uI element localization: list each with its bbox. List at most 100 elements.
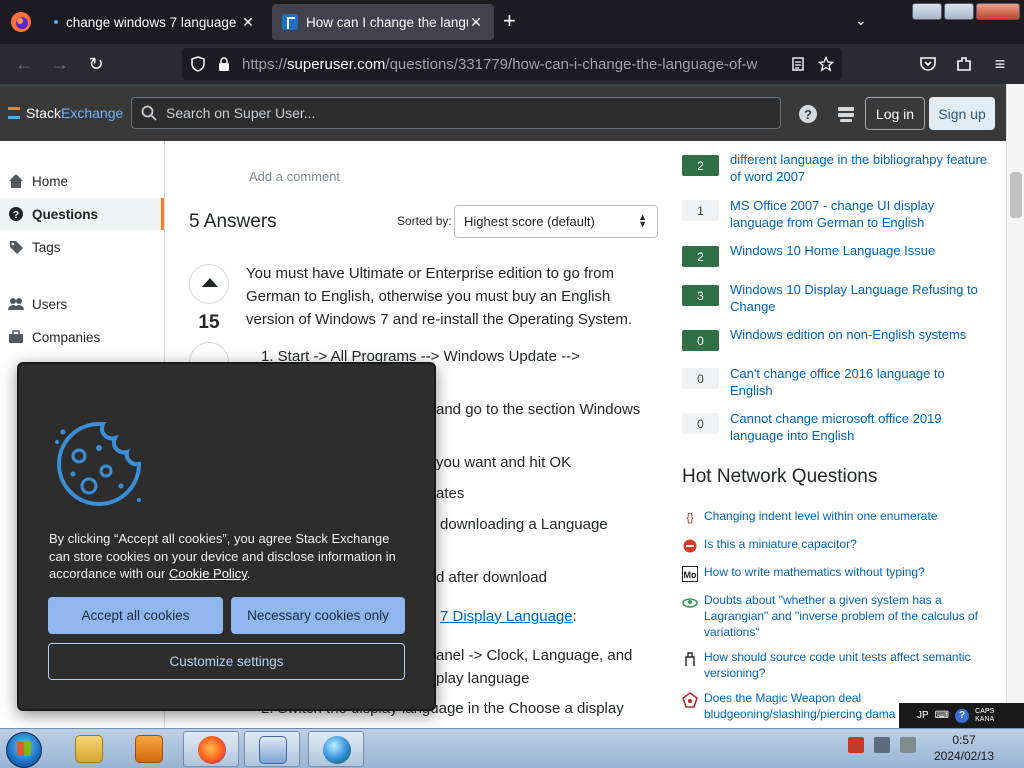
accept-all-cookies-button[interactable]: Accept all cookies [48, 597, 223, 634]
sidebar-item-home[interactable]: Home [0, 165, 164, 197]
answer-line: downloading a Language [440, 516, 608, 533]
related-question-link[interactable]: Cannot change microsoft office 2019 lang… [730, 411, 990, 444]
sidebar-item-users[interactable]: Users [0, 288, 164, 320]
url-text[interactable]: https://superuser.com/questions/331779/h… [242, 56, 782, 73]
electronics-icon [683, 539, 697, 553]
hamburger-menu-icon[interactable]: ≡ [988, 52, 1012, 76]
action-center-flag-icon[interactable] [848, 737, 864, 753]
url-bar[interactable]: https://superuser.com/questions/331779/h… [182, 48, 842, 80]
related-question-link[interactable]: different language in the bibliograhpy f… [730, 152, 990, 185]
taskbar-explorer[interactable] [61, 731, 117, 767]
sidebar-item-label: Companies [32, 329, 101, 345]
maximize-button[interactable] [944, 3, 974, 20]
tex-icon: {} [686, 512, 694, 524]
login-button[interactable]: Log in [865, 97, 925, 130]
related-question-link[interactable]: Can't change office 2016 language to Eng… [730, 366, 990, 399]
scrollbar-thumb[interactable] [1010, 172, 1022, 218]
physics-icon [682, 598, 698, 608]
taskbar-control-panel[interactable] [244, 731, 300, 767]
ime-keyboard-icon[interactable]: ⌨ [935, 710, 949, 721]
ime-language-bar[interactable]: JP ⌨ ? CAPS KANA [899, 703, 1024, 728]
sidebar-item-questions[interactable]: ? Questions [0, 198, 164, 230]
answer-line: and go to the section Windows [436, 401, 641, 418]
logo-text-exchange: Exchange [61, 105, 124, 121]
tab-close-icon[interactable]: ✕ [240, 14, 256, 31]
shield-icon[interactable] [190, 56, 206, 72]
necessary-cookies-only-button[interactable]: Necessary cookies only [231, 597, 405, 634]
companies-icon [9, 330, 23, 343]
reader-view-icon[interactable] [790, 56, 806, 72]
answer-line: play language [436, 670, 530, 687]
taskbar-media-player[interactable] [121, 731, 177, 767]
related-question-link[interactable]: Windows edition on non-English systems [730, 327, 990, 344]
stackexchange-logo-icon [8, 107, 20, 119]
pocket-icon[interactable] [918, 54, 938, 74]
hot-network-question-link[interactable]: How should source code unit tests affect… [704, 649, 984, 681]
taskbar-network-app[interactable] [308, 731, 364, 767]
hot-network-question-link[interactable]: Changing indent level within one enumera… [704, 508, 984, 524]
upvote-button[interactable] [189, 342, 229, 362]
start-button[interactable] [6, 732, 42, 768]
related-question-link[interactable]: MS Office 2007 - change UI display langu… [730, 198, 990, 231]
forward-arrow-icon[interactable]: → [48, 52, 72, 76]
sidebar-item-label: Users [32, 296, 68, 312]
firefox-icon[interactable] [10, 11, 32, 33]
hot-network-question-link[interactable]: Is this a miniature capacitor? [704, 536, 984, 552]
taskbar-firefox[interactable] [183, 731, 239, 767]
sorted-by-label: Sorted by: [397, 214, 452, 228]
close-window-button[interactable] [976, 3, 1020, 20]
taskbar-clock[interactable]: 0:57 2024/02/13 [920, 732, 1008, 764]
tab-title: How can I change the language [306, 14, 468, 30]
sidebar-item-tags[interactable]: Tags [0, 231, 164, 263]
help-icon[interactable]: ? [798, 104, 818, 124]
sort-select-value: Highest score (default) [464, 214, 595, 229]
tab-how-can-i-change-the-language[interactable]: How can I change the language ✕ [272, 4, 494, 40]
cookie-icon [55, 422, 142, 506]
site-switcher-icon[interactable] [836, 104, 856, 124]
volume-muted-icon[interactable] [900, 737, 916, 753]
hot-network-questions-heading: Hot Network Questions [682, 466, 878, 487]
url-path: /questions/331779/how-can-i-change-the-l… [385, 55, 758, 73]
list-all-tabs-chevron-icon[interactable]: ⌄ [855, 12, 867, 29]
related-score: 0 [682, 413, 719, 434]
clock-date: 2024/02/13 [933, 749, 995, 763]
system-tray [848, 737, 916, 753]
customize-settings-button[interactable]: Customize settings [48, 643, 405, 680]
upvote-button[interactable] [189, 264, 229, 304]
reload-icon[interactable]: ↻ [84, 52, 108, 76]
related-question-link[interactable]: Windows 10 Display Language Refusing to … [730, 282, 990, 315]
hot-network-question-link[interactable]: Doubts about "whether a given system has… [704, 592, 984, 640]
window-controls [912, 3, 1020, 20]
tab-change-windows-7-language[interactable]: change windows 7 language ✕ [44, 4, 266, 40]
search-placeholder: Search on Super User... [166, 105, 316, 121]
answer-link-line: 7 Display Language: [440, 608, 577, 625]
cookie-policy-link[interactable]: Cookie Policy [169, 566, 247, 581]
firefox-icon [198, 736, 226, 764]
superuser-favicon-icon [282, 14, 298, 30]
new-tab-plus-icon[interactable]: + [503, 10, 516, 32]
display-language-link[interactable]: 7 Display Language [440, 608, 573, 625]
back-arrow-icon[interactable]: ← [12, 52, 36, 76]
sort-select[interactable]: Highest score (default) ▲ ▼ [454, 205, 658, 238]
media-player-icon [135, 735, 163, 763]
related-question-link[interactable]: Windows 10 Home Language Issue [730, 243, 990, 260]
sidebar-item-companies[interactable]: Companies [0, 321, 164, 353]
minimize-button[interactable] [912, 3, 942, 20]
add-comment-link[interactable]: Add a comment [249, 169, 340, 184]
bookmark-star-icon[interactable] [818, 56, 834, 72]
signup-button[interactable]: Sign up [929, 97, 995, 130]
tab-close-icon[interactable]: ✕ [468, 14, 484, 31]
lock-icon[interactable] [216, 56, 232, 72]
windows-taskbar: 0:57 2024/02/13 [0, 728, 1024, 768]
folder-icon [75, 735, 103, 763]
page-scrollbar[interactable] [1006, 84, 1024, 728]
questions-icon: ? [9, 207, 23, 221]
ime-help-icon[interactable]: ? [955, 708, 970, 723]
answers-heading: 5 Answers [189, 211, 277, 232]
network-icon[interactable] [874, 737, 890, 753]
extensions-puzzle-icon[interactable] [954, 54, 974, 74]
hot-network-question-link[interactable]: How to write mathematics without typing? [704, 564, 984, 580]
stackexchange-logo[interactable]: Stack Exchange [8, 105, 123, 121]
search-input[interactable]: Search on Super User... [131, 97, 781, 129]
globe-icon [323, 736, 351, 764]
